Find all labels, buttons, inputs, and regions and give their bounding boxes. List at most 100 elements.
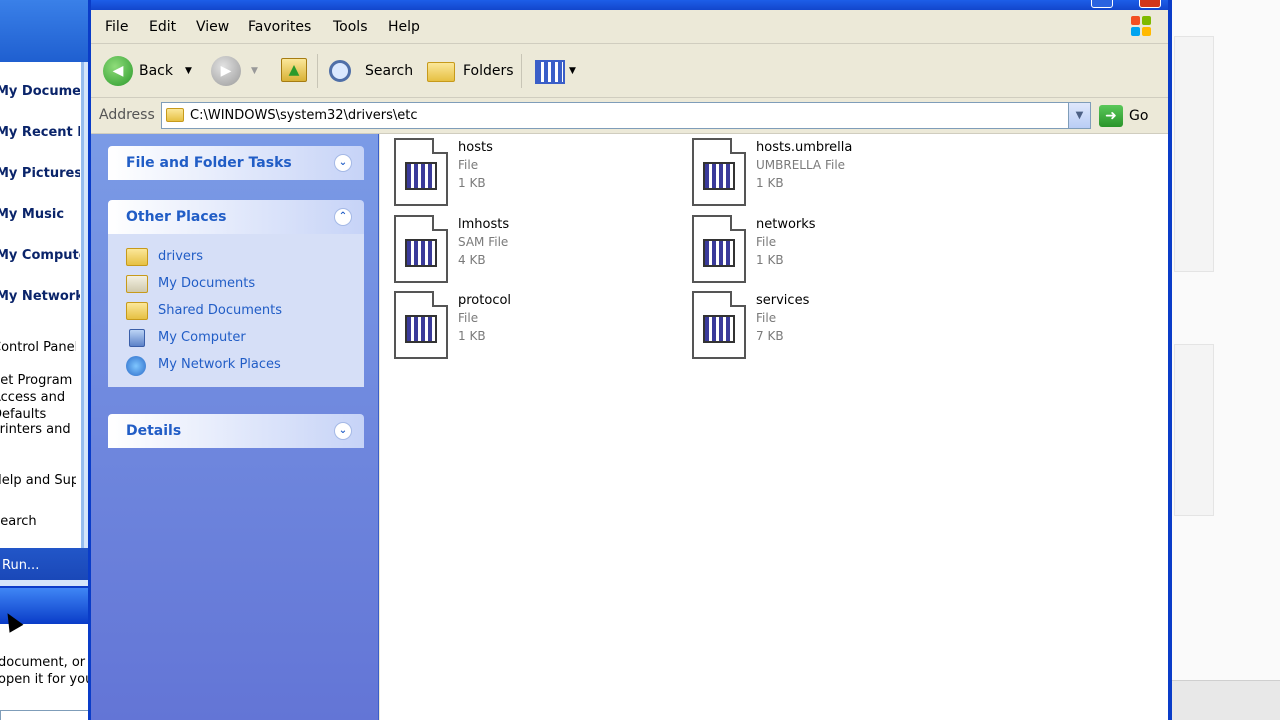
- place-drivers[interactable]: drivers: [108, 244, 364, 271]
- back-label: Back: [139, 63, 173, 79]
- toolbar: ◀ Back ▼ ▶ ▼ ▲ Search Folders ▼: [91, 44, 1168, 98]
- file-icon: [692, 291, 746, 359]
- address-bar: Address C:\WINDOWS\system32\drivers\etc …: [91, 98, 1168, 134]
- back-button[interactable]: ◀ Back ▼: [103, 56, 199, 86]
- file-name: lmhosts: [458, 217, 510, 232]
- menu-favorites[interactable]: Favorites: [248, 19, 311, 35]
- menu-view[interactable]: View: [196, 19, 229, 35]
- file-name: protocol: [458, 293, 512, 308]
- file-item-networks[interactable]: networks File 1 KB: [692, 213, 982, 285]
- file-type: UMBRELLA File: [756, 158, 846, 172]
- start-item-my-pictures[interactable]: My Pictures: [0, 166, 80, 181]
- search-label: Search: [365, 63, 414, 79]
- back-dropdown-icon[interactable]: ▼: [185, 56, 192, 86]
- other-places-header[interactable]: Other Places ⌃: [108, 200, 364, 234]
- shared-folder-icon: [126, 302, 148, 320]
- other-places-title: Other Places: [126, 209, 227, 225]
- address-dropdown-icon[interactable]: ▼: [1068, 103, 1090, 128]
- window-close-button[interactable]: [1139, 0, 1161, 8]
- maximize-button[interactable]: [1091, 0, 1113, 8]
- start-item-printers[interactable]: Printers and Faxes: [0, 422, 76, 437]
- details-title: Details: [126, 423, 182, 439]
- start-item-help-support[interactable]: Help and Support: [0, 473, 76, 488]
- file-type: File: [458, 158, 479, 172]
- chevron-down-icon[interactable]: ⌄: [334, 154, 352, 172]
- menu-file[interactable]: File: [105, 19, 128, 35]
- my-documents-icon: [126, 275, 148, 293]
- place-label: My Computer: [158, 330, 246, 345]
- views-icon: [535, 60, 565, 84]
- start-item-control-panel[interactable]: Control Panel: [0, 340, 76, 355]
- forward-arrow-icon: ▶: [211, 56, 241, 86]
- search-button[interactable]: Search: [327, 56, 415, 86]
- place-my-computer[interactable]: My Computer: [108, 325, 364, 352]
- file-size: 7 KB: [756, 329, 784, 343]
- chevron-up-icon[interactable]: ⌃: [334, 208, 352, 226]
- file-type: File: [756, 235, 777, 249]
- place-shared-documents[interactable]: Shared Documents: [108, 298, 364, 325]
- views-dropdown-icon: ▼: [569, 66, 576, 76]
- start-item-my-documents[interactable]: My Documents: [0, 84, 80, 99]
- task-pane: File and Folder Tasks ⌄ Other Places ⌃ d…: [91, 134, 379, 720]
- forward-dropdown-icon[interactable]: ▼: [251, 56, 258, 86]
- file-folder-tasks-title: File and Folder Tasks: [126, 155, 292, 171]
- forward-button[interactable]: ▶ ▼: [211, 56, 263, 86]
- start-item-my-computer[interactable]: My Computer: [0, 248, 80, 263]
- address-path: C:\WINDOWS\system32\drivers\etc: [190, 108, 418, 123]
- start-item-my-music[interactable]: My Music: [0, 207, 80, 222]
- other-places-panel: Other Places ⌃ drivers My Documents Shar…: [108, 200, 364, 387]
- place-label: Shared Documents: [158, 303, 283, 318]
- up-folder-button[interactable]: ▲: [279, 56, 309, 86]
- file-name: networks: [756, 217, 816, 232]
- background-panel: [1174, 36, 1214, 272]
- file-item-hosts[interactable]: hosts File 1 KB: [394, 136, 684, 208]
- file-folder-tasks-panel: File and Folder Tasks ⌄: [108, 146, 364, 180]
- menu-edit[interactable]: Edit: [149, 19, 176, 35]
- file-item-lmhosts[interactable]: lmhosts SAM File 4 KB: [394, 213, 684, 285]
- place-my-network-places[interactable]: My Network Places: [108, 352, 364, 379]
- menu-tools[interactable]: Tools: [333, 19, 368, 35]
- file-item-hosts-umbrella[interactable]: hosts.umbrella UMBRELLA File 1 KB: [692, 136, 982, 208]
- start-item-network-places[interactable]: My Network Places: [0, 289, 80, 304]
- folders-label: Folders: [463, 63, 514, 79]
- file-name: hosts: [458, 140, 493, 155]
- background-panel: [1174, 344, 1214, 516]
- file-icon: [692, 215, 746, 283]
- windows-logo-icon: [1131, 16, 1153, 38]
- chevron-down-icon[interactable]: ⌄: [334, 422, 352, 440]
- start-item-search[interactable]: Search: [0, 514, 76, 529]
- menu-help[interactable]: Help: [388, 19, 420, 35]
- file-size: 1 KB: [756, 253, 784, 267]
- address-label: Address: [99, 107, 155, 123]
- folder-icon: [166, 108, 184, 122]
- views-button[interactable]: ▼: [533, 56, 579, 86]
- start-menu-right-column: My Documents My Recent Documents My Pict…: [0, 62, 84, 550]
- file-size: 1 KB: [756, 176, 784, 190]
- window-titlebar[interactable]: [91, 0, 1168, 10]
- background-statusbar: [1172, 680, 1280, 720]
- details-header[interactable]: Details ⌄: [108, 414, 364, 448]
- file-icon: [394, 291, 448, 359]
- network-globe-icon: [126, 356, 146, 376]
- go-button[interactable]: ➜ Go: [1099, 104, 1159, 128]
- start-item-recent-documents[interactable]: My Recent Documents: [0, 125, 80, 140]
- start-item-run-label: Run...: [2, 558, 40, 573]
- back-arrow-icon: ◀: [103, 56, 133, 86]
- menu-bar: File Edit View Favorites Tools Help: [91, 10, 1168, 44]
- place-my-documents[interactable]: My Documents: [108, 271, 364, 298]
- file-item-services[interactable]: services File 7 KB: [692, 289, 982, 361]
- file-icon: [692, 138, 746, 206]
- start-item-program-access[interactable]: Set Program Access and Defaults: [0, 372, 76, 423]
- other-places-list: drivers My Documents Shared Documents My…: [108, 234, 364, 387]
- explorer-window: File Edit View Favorites Tools Help ◀ Ba…: [88, 0, 1172, 720]
- file-folder-tasks-header[interactable]: File and Folder Tasks ⌄: [108, 146, 364, 180]
- toolbar-divider: [317, 54, 318, 88]
- file-size: 1 KB: [458, 176, 486, 190]
- file-size: 4 KB: [458, 253, 486, 267]
- file-item-protocol[interactable]: protocol File 1 KB: [394, 289, 684, 361]
- address-field[interactable]: C:\WINDOWS\system32\drivers\etc ▼: [161, 102, 1091, 129]
- folders-button[interactable]: Folders: [425, 56, 515, 86]
- place-label: My Documents: [158, 276, 256, 291]
- toolbar-divider: [521, 54, 522, 88]
- folder-icon: [126, 248, 148, 266]
